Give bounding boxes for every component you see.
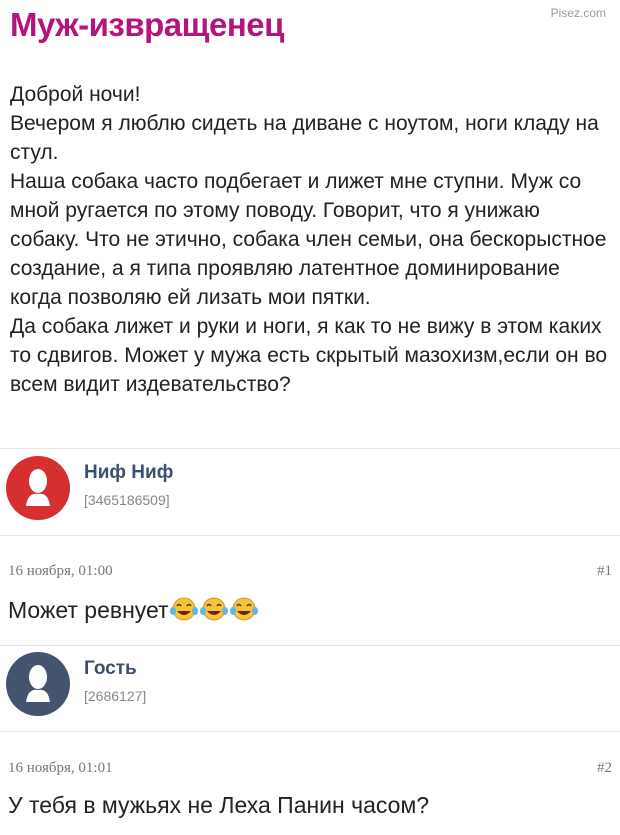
divider: [0, 535, 620, 536]
comment-date: 16 ноября, 01:00: [8, 563, 113, 579]
post-line: Вечером я люблю сидеть на диване с ноуто…: [10, 112, 599, 164]
author-name[interactable]: Гость: [84, 658, 137, 680]
tears-of-joy-icon: [169, 596, 199, 628]
comment-text: У тебя в мужьях не Леха Панин часом?: [8, 792, 430, 818]
comment-number[interactable]: #1: [597, 563, 612, 580]
comment-text-content: Может ревнует: [8, 597, 169, 623]
post-line: Да собака лижет и руки и ноги, я как то …: [10, 315, 608, 396]
comment-date: 16 ноября, 01:01: [8, 760, 113, 776]
tears-of-joy-icon: [229, 596, 259, 628]
post-line: Наша собака часто подбегает и лижет мне …: [10, 170, 607, 309]
divider: [0, 731, 620, 732]
page-title: Муж-извращенец: [10, 6, 284, 43]
comment-meta: 16 ноября, 01:00 #1: [8, 563, 612, 580]
comment-author[interactable]: Ниф Ниф [3465186509]: [6, 456, 406, 526]
comment-text: Может ревнует: [8, 596, 612, 628]
tears-of-joy-icon: [199, 596, 229, 628]
user-silhouette-icon: [6, 652, 70, 716]
author-id: [3465186509]: [84, 492, 170, 508]
post-body: Доброй ночи! Вечером я люблю сидеть на д…: [10, 80, 610, 399]
post-line: Доброй ночи!: [10, 83, 141, 106]
comment-number[interactable]: #2: [597, 760, 612, 777]
comment-meta: 16 ноября, 01:01 #2: [8, 760, 612, 777]
author-name[interactable]: Ниф Ниф: [84, 462, 173, 484]
divider: [0, 645, 620, 646]
divider: [0, 448, 620, 449]
avatar[interactable]: [6, 456, 70, 520]
author-id: [2686127]: [84, 688, 147, 704]
comment-author[interactable]: Гость [2686127]: [6, 652, 406, 722]
watermark: Pisez.com: [550, 6, 606, 20]
user-silhouette-icon: [6, 456, 70, 520]
avatar[interactable]: [6, 652, 70, 716]
